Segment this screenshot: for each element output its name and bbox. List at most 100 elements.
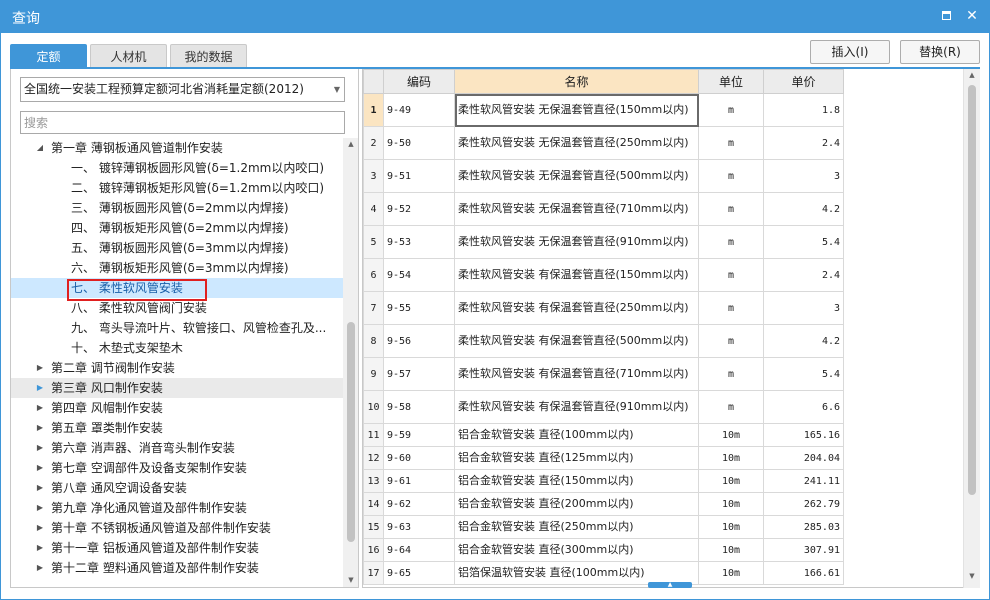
cell-name[interactable]: 铝合金软管安装 直径(100mm以内) [454,423,699,447]
expand-right-icon[interactable]: ▶ [35,378,45,398]
cell-code[interactable]: 9-52 [383,192,455,226]
table-row[interactable]: 5 9-53 柔性软风管安装 无保温套管直径(910mm以内) m 5.4 [363,225,844,259]
table-row[interactable]: 7 9-55 柔性软风管安装 有保温套管直径(250mm以内) m 3 [363,291,844,325]
expand-right-icon[interactable]: ▶ [35,478,45,498]
grid-scrollbar[interactable]: ▲ ▼ [963,69,980,588]
cell-code[interactable]: 9-50 [383,126,455,160]
cell-code[interactable]: 9-64 [383,538,455,562]
tab-my-data[interactable]: 我的数据 [170,44,247,68]
cell-name[interactable]: 柔性软风管安装 无保温套管直径(910mm以内) [454,225,699,259]
cell-unit[interactable]: m [698,225,764,259]
table-row[interactable]: 17 9-65 铝箔保温软管安装 直径(100mm以内) 10m 166.61 [363,561,844,585]
tree-item[interactable]: ▶ 第七章 空调部件及设备支架制作安装 [11,458,343,478]
expand-right-icon[interactable]: ▶ [35,538,45,558]
cell-unit[interactable]: 10m [698,561,764,585]
header-code[interactable]: 编码 [383,69,455,94]
cell-price[interactable]: 5.4 [763,225,844,259]
scroll-up-icon[interactable]: ▲ [343,140,358,148]
cell-name[interactable]: 柔性软风管安装 有保温套管直径(500mm以内) [454,324,699,358]
cell-price[interactable]: 2.4 [763,126,844,160]
table-row[interactable]: 15 9-63 铝合金软管安装 直径(250mm以内) 10m 285.03 [363,515,844,539]
tree-item[interactable]: 三、 薄钢板圆形风管(δ=2mm以内焊接) [11,198,343,218]
tab-quota[interactable]: 定额 [10,44,87,68]
tree-item[interactable]: 二、 镀锌薄钢板矩形风管(δ=1.2mm以内咬口) [11,178,343,198]
expand-right-icon[interactable]: ▶ [35,398,45,418]
cell-name[interactable]: 柔性软风管安装 无保温套管直径(150mm以内) [454,93,699,127]
cell-name[interactable]: 铝合金软管安装 直径(300mm以内) [454,538,699,562]
tree-item[interactable]: ▶ 第四章 风帽制作安装 [11,398,343,418]
table-row[interactable]: 3 9-51 柔性软风管安装 无保温套管直径(500mm以内) m 3 [363,159,844,193]
cell-code[interactable]: 9-63 [383,515,455,539]
tree-item[interactable]: ▶ 第十一章 铝板通风管道及部件制作安装 [11,538,343,558]
table-row[interactable]: 10 9-58 柔性软风管安装 有保温套管直径(910mm以内) m 6.6 [363,390,844,424]
table-row[interactable]: 9 9-57 柔性软风管安装 有保温套管直径(710mm以内) m 5.4 [363,357,844,391]
grid-scroll-up-icon[interactable]: ▲ [964,71,980,79]
cell-price[interactable]: 4.2 [763,324,844,358]
cell-unit[interactable]: m [698,357,764,391]
tree-item[interactable]: ▶ 第三章 风口制作安装 [11,378,343,398]
tree-item[interactable]: 六、 薄钢板矩形风管(δ=3mm以内焊接) [11,258,343,278]
cell-price[interactable]: 241.11 [763,469,844,493]
cell-price[interactable]: 166.61 [763,561,844,585]
tree-item[interactable]: ▶ 第九章 净化通风管道及部件制作安装 [11,498,343,518]
maximize-button[interactable] [936,6,956,26]
cell-unit[interactable]: 10m [698,446,764,470]
table-row[interactable]: 6 9-54 柔性软风管安装 有保温套管直径(150mm以内) m 2.4 [363,258,844,292]
tree-item[interactable]: 八、 柔性软风管阀门安装 [11,298,343,318]
cell-code[interactable]: 9-65 [383,561,455,585]
cell-code[interactable]: 9-61 [383,469,455,493]
cell-code[interactable]: 9-51 [383,159,455,193]
table-row[interactable]: 16 9-64 铝合金软管安装 直径(300mm以内) 10m 307.91 [363,538,844,562]
cell-name[interactable]: 铝合金软管安装 直径(200mm以内) [454,492,699,516]
tree-scrollbar[interactable]: ▲ ▼ [343,138,358,587]
cell-price[interactable]: 5.4 [763,357,844,391]
cell-code[interactable]: 9-56 [383,324,455,358]
cell-price[interactable]: 6.6 [763,390,844,424]
tree-item[interactable]: 九、 弯头导流叶片、软管接口、风管检查孔及... [11,318,343,338]
cell-code[interactable]: 9-59 [383,423,455,447]
cell-code[interactable]: 9-49 [383,93,455,127]
cell-unit[interactable]: m [698,390,764,424]
cell-price[interactable]: 2.4 [763,258,844,292]
cell-price[interactable]: 262.79 [763,492,844,516]
expand-right-icon[interactable]: ▶ [35,518,45,538]
cell-name[interactable]: 柔性软风管安装 无保温套管直径(500mm以内) [454,159,699,193]
table-row[interactable]: 2 9-50 柔性软风管安装 无保温套管直径(250mm以内) m 2.4 [363,126,844,160]
cell-price[interactable]: 1.8 [763,93,844,127]
close-button[interactable]: ✕ [962,6,982,26]
cell-unit[interactable]: m [698,126,764,160]
table-row[interactable]: 14 9-62 铝合金软管安装 直径(200mm以内) 10m 262.79 [363,492,844,516]
cell-price[interactable]: 204.04 [763,446,844,470]
cell-unit[interactable]: m [698,93,764,127]
cell-unit[interactable]: 10m [698,492,764,516]
cell-price[interactable]: 165.16 [763,423,844,447]
cell-code[interactable]: 9-60 [383,446,455,470]
table-row[interactable]: 4 9-52 柔性软风管安装 无保温套管直径(710mm以内) m 4.2 [363,192,844,226]
cell-name[interactable]: 柔性软风管安装 有保温套管直径(710mm以内) [454,357,699,391]
grid-scroll-down-icon[interactable]: ▼ [964,572,980,580]
cell-unit[interactable]: 10m [698,423,764,447]
expand-right-icon[interactable]: ▶ [35,438,45,458]
expand-down-icon[interactable]: ◢ [35,138,45,158]
panel-splitter-handle[interactable]: ▲ [648,582,692,588]
tree-scroll-thumb[interactable] [347,322,355,542]
cell-name[interactable]: 柔性软风管安装 有保温套管直径(910mm以内) [454,390,699,424]
cell-unit[interactable]: m [698,192,764,226]
tab-labor-material-machine[interactable]: 人材机 [90,44,167,68]
cell-name[interactable]: 铝合金软管安装 直径(125mm以内) [454,446,699,470]
cell-name[interactable]: 柔性软风管安装 无保温套管直径(250mm以内) [454,126,699,160]
insert-button[interactable]: 插入(I) [810,40,890,64]
tree-item[interactable]: ◢ 第一章 薄钢板通风管道制作安装 [11,138,343,158]
expand-right-icon[interactable]: ▶ [35,498,45,518]
cell-price[interactable]: 4.2 [763,192,844,226]
cell-name[interactable]: 铝合金软管安装 直径(150mm以内) [454,469,699,493]
expand-right-icon[interactable]: ▶ [35,358,45,378]
scroll-down-icon[interactable]: ▼ [343,576,358,584]
expand-right-icon[interactable]: ▶ [35,418,45,438]
cell-unit[interactable]: 10m [698,515,764,539]
tree-item[interactable]: ▶ 第六章 消声器、消音弯头制作安装 [11,438,343,458]
search-input[interactable] [20,111,345,134]
cell-code[interactable]: 9-54 [383,258,455,292]
tree-item[interactable]: 五、 薄钢板圆形风管(δ=3mm以内焊接) [11,238,343,258]
table-row[interactable]: 11 9-59 铝合金软管安装 直径(100mm以内) 10m 165.16 [363,423,844,447]
